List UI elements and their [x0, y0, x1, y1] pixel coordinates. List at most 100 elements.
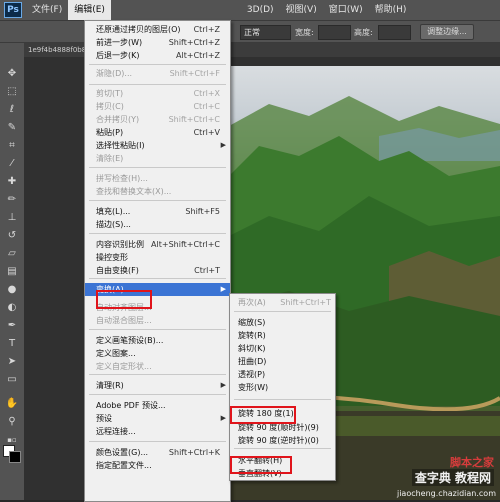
edit-menu-item[interactable]: 前进一步(W) Shift+Ctrl+Z — [85, 36, 230, 49]
edit-menu-item[interactable]: 定义图案... — [85, 347, 230, 360]
quick-select-icon[interactable]: ✎ — [4, 121, 20, 135]
menu-hidden-1[interactable] — [111, 0, 223, 20]
edit-menu-item[interactable]: 定义自定形状... — [85, 360, 230, 373]
annotation-flip-horizontal — [230, 456, 292, 474]
background-color-swatch[interactable] — [9, 451, 21, 463]
menu-item-label: 拷贝(C) — [96, 102, 124, 111]
watermark-title: 查字典 教程网 — [411, 469, 494, 486]
menu-item-label: 远程连接... — [96, 427, 136, 436]
width-input[interactable] — [318, 25, 351, 40]
edit-menu-item[interactable]: 预设 ▶ — [85, 412, 230, 425]
edit-menu-item[interactable]: 清理(R) ▶ — [85, 379, 230, 392]
refine-edge-button[interactable]: 调整边缘... — [420, 24, 474, 40]
path-select-icon[interactable]: ➤ — [4, 355, 20, 369]
menu-item-label: 定义画笔预设(B)... — [96, 336, 164, 345]
gradient-tool-icon[interactable]: ▤ — [4, 265, 20, 279]
move-tool-icon[interactable]: ✥ — [4, 67, 20, 81]
menu-item-label: 清除(E) — [96, 154, 124, 163]
menu-item-label: 粘贴(P) — [96, 128, 124, 137]
edit-menu-item[interactable]: 操控变形 — [85, 251, 230, 264]
edit-menu-item[interactable]: 后退一步(K) Alt+Ctrl+Z — [85, 49, 230, 62]
menu-item-shortcut: Ctrl+C — [193, 102, 220, 111]
menu-item-label: 清理(R) — [96, 381, 124, 390]
marquee-tool-icon[interactable]: ⬚ — [4, 85, 20, 99]
watermark-site: 脚本之家 — [450, 456, 494, 469]
edit-menu-item[interactable]: 描边(S)... — [85, 218, 230, 231]
edit-menu-item[interactable]: 查找和替换文本(X)... — [85, 185, 230, 198]
toolbox: ✥ ⬚ ℓ ✎ ⌗ ⁄ ✚ ✏ ⊥ ↺ ▱ ▤ ● ◐ ✒ T ➤ ▭ ✋ ⚲ … — [0, 43, 25, 500]
menu-item-label: 旋转 90 度(逆时针)(0) — [238, 436, 319, 445]
eyedropper-icon[interactable]: ⁄ — [4, 157, 20, 171]
edit-menu-item[interactable]: 选择性粘贴(I) ▶ — [85, 139, 230, 152]
dodge-tool-icon[interactable]: ◐ — [4, 301, 20, 315]
zoom-tool-icon[interactable]: ⚲ — [4, 415, 20, 429]
menu-file[interactable]: 文件(F) — [26, 0, 68, 20]
edit-menu-item[interactable]: 还原通过拷贝的图层(O) Ctrl+Z — [85, 23, 230, 36]
edit-menu-item[interactable]: 渐隐(D)... Shift+Ctrl+F — [85, 67, 230, 80]
transform-menu-item[interactable]: 变形(W) — [230, 381, 335, 394]
crop-tool-icon[interactable]: ⌗ — [4, 139, 20, 153]
edit-menu-item[interactable]: 合并拷贝(Y) Shift+Ctrl+C — [85, 113, 230, 126]
menu-edit[interactable]: 编辑(E) — [68, 0, 111, 20]
transform-menu-item[interactable]: 透视(P) — [230, 368, 335, 381]
eraser-tool-icon[interactable]: ▱ — [4, 247, 20, 261]
menu-item-shortcut: Ctrl+T — [194, 266, 220, 275]
blur-tool-icon[interactable]: ● — [4, 283, 20, 297]
menu-item-label: 自动混合图层... — [96, 316, 152, 325]
edit-menu-item[interactable]: 自动混合图层... — [85, 314, 230, 327]
edit-menu-item[interactable]: 定义画笔预设(B)... — [85, 334, 230, 347]
lasso-tool-icon[interactable]: ℓ — [4, 103, 20, 117]
menu-view[interactable]: 视图(V) — [280, 0, 323, 20]
brush-tool-icon[interactable]: ✏ — [4, 193, 20, 207]
edit-menu-item[interactable]: 填充(L)... Shift+F5 — [85, 205, 230, 218]
menu-item-shortcut: Shift+Ctrl+Z — [168, 38, 220, 47]
menu-3d[interactable]: 3D(D) — [241, 0, 280, 20]
edit-menu-item[interactable]: 颜色设置(G)... Shift+Ctrl+K — [85, 446, 230, 459]
menu-item-label: 操控变形 — [96, 253, 128, 262]
transform-menu-item[interactable]: 再次(A) Shift+Ctrl+T — [230, 296, 335, 309]
menu-item-label: 缩放(S) — [238, 318, 266, 327]
type-tool-icon[interactable]: T — [4, 337, 20, 351]
edit-menu-item[interactable]: Adobe PDF 预设... — [85, 399, 230, 412]
history-brush-icon[interactable]: ↺ — [4, 229, 20, 243]
edit-menu-item[interactable]: 粘贴(P) Ctrl+V — [85, 126, 230, 139]
transform-submenu: 再次(A) Shift+Ctrl+T 缩放(S) 旋转(R) 斜切(K) 扭曲(D) 透视(… — [229, 293, 336, 481]
edit-menu-item[interactable]: 指定配置文件... — [85, 459, 230, 472]
edit-menu-item[interactable]: 远程连接... — [85, 425, 230, 438]
menu-item-shortcut: Ctrl+X — [193, 89, 220, 98]
menu-hidden-2[interactable] — [223, 0, 241, 20]
hand-tool-icon[interactable]: ✋ — [4, 397, 20, 411]
menu-item-shortcut: Alt+Shift+Ctrl+C — [151, 240, 220, 249]
menu-item-label: 自由变换(F) — [96, 266, 139, 275]
edit-menu-item[interactable]: 拼写检查(H)... — [85, 172, 230, 185]
transform-menu-item[interactable]: 缩放(S) — [230, 316, 335, 329]
height-input[interactable] — [378, 25, 411, 40]
edit-menu-item[interactable]: 拷贝(C) Ctrl+C — [85, 100, 230, 113]
options-bar: 正常 宽度: 高度: 调整边缘... — [0, 21, 500, 43]
menu-help[interactable]: 帮助(H) — [369, 0, 413, 20]
transform-menu-item[interactable]: 斜切(K) — [230, 342, 335, 355]
menu-separator — [234, 399, 331, 400]
menu-separator — [89, 374, 226, 375]
edit-menu-item[interactable]: 清除(E) — [85, 152, 230, 165]
menu-item-label: 预设 — [96, 414, 112, 423]
shape-tool-icon[interactable]: ▭ — [4, 373, 20, 387]
menu-item-label: 选择性粘贴(I) — [96, 141, 145, 150]
edit-menu-item[interactable]: 剪切(T) Ctrl+X — [85, 87, 230, 100]
transform-menu-item[interactable]: 扭曲(D) — [230, 355, 335, 368]
edit-menu-item[interactable]: 自由变换(F) Ctrl+T — [85, 264, 230, 277]
clone-stamp-icon[interactable]: ⊥ — [4, 211, 20, 225]
healing-brush-icon[interactable]: ✚ — [4, 175, 20, 189]
edit-menu: 还原通过拷贝的图层(O) Ctrl+Z 前进一步(W) Shift+Ctrl+Z 后退一… — [84, 20, 231, 502]
menu-item-label: 内容识别比例 — [96, 240, 144, 249]
edit-menu-item[interactable]: 内容识别比例 Alt+Shift+Ctrl+C — [85, 238, 230, 251]
pen-tool-icon[interactable]: ✒ — [4, 319, 20, 333]
transform-menu-item[interactable]: 旋转 90 度(逆时针)(0) — [230, 434, 335, 447]
menu-separator — [89, 329, 226, 330]
style-select[interactable]: 正常 — [240, 25, 291, 40]
menu-separator — [89, 278, 226, 279]
menu-window[interactable]: 窗口(W) — [323, 0, 369, 20]
menu-item-label: 渐隐(D)... — [96, 69, 133, 78]
transform-menu-item[interactable]: 旋转(R) — [230, 329, 335, 342]
menu-item-label: 填充(L)... — [96, 207, 131, 216]
